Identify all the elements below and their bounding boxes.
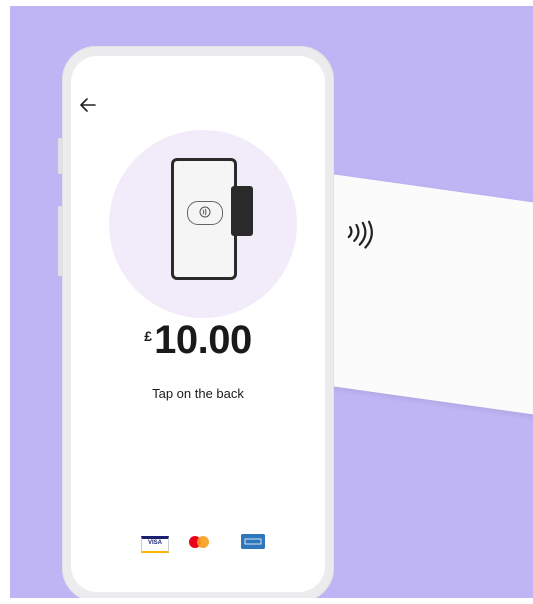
background-scene: £10.00 Tap on the back VISA (10, 6, 533, 598)
illustration-phone (171, 158, 237, 280)
phone-screen: £10.00 Tap on the back VISA (71, 56, 325, 592)
arrow-left-icon (80, 98, 96, 112)
back-button[interactable] (79, 96, 99, 116)
phone-volume-button (58, 206, 63, 276)
payment-amount: £10.00 (71, 318, 325, 363)
currency-symbol: £ (144, 328, 153, 344)
card-reader-icon (231, 186, 253, 236)
status-message: Tap on the back (152, 386, 244, 401)
contactless-symbol-icon (187, 201, 223, 225)
phone-device: £10.00 Tap on the back VISA (58, 46, 334, 598)
phone-side-button (58, 138, 63, 174)
contactless-icon (347, 220, 373, 249)
amount-value: 10.00 (154, 318, 252, 362)
visa-logo-icon: VISA (141, 536, 169, 553)
amex-logo-icon (241, 534, 265, 549)
tap-illustration (109, 130, 297, 318)
mastercard-logo-icon (189, 534, 215, 550)
payment-brands: VISA (71, 534, 325, 558)
